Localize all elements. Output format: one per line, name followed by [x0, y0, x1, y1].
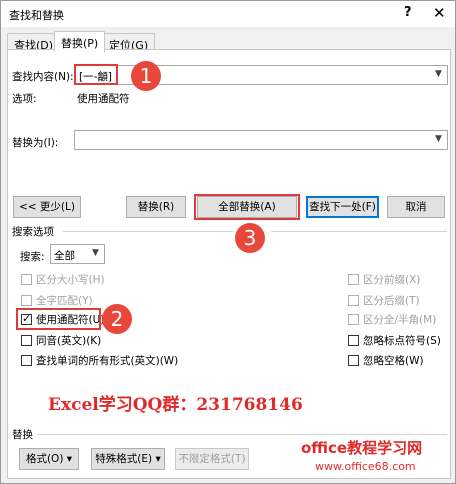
wildcards-highlight	[16, 308, 101, 330]
chevron-down-icon[interactable]: ▼	[435, 134, 445, 144]
chevron-down-icon[interactable]: ▼	[435, 69, 445, 79]
match-suffix-checkbox[interactable]	[348, 295, 359, 306]
find-value-highlight	[74, 64, 118, 85]
cancel-button[interactable]: 取消	[387, 196, 445, 218]
site-url-text: www.office68.com	[315, 460, 416, 473]
step-badge-2: 2	[102, 304, 132, 334]
ignore-whitespace-label: 忽略空格(W)	[363, 355, 424, 367]
step-badge-3: 3	[235, 223, 265, 253]
all-word-forms-checkbox[interactable]	[21, 355, 32, 366]
options-label: 选项:	[12, 93, 37, 105]
match-width-label: 区分全/半角(M)	[363, 314, 437, 326]
match-case-label: 区分大小写(H)	[36, 274, 105, 286]
format-button[interactable]: 格式(O) ▾	[19, 448, 79, 470]
replace-with-input[interactable]: ▼	[74, 130, 448, 150]
replace-section-header: 替换	[12, 429, 33, 441]
replace-all-highlight	[194, 194, 300, 220]
chevron-down-icon[interactable]: ▼	[92, 248, 102, 258]
match-case-checkbox[interactable]	[21, 274, 32, 285]
special-button[interactable]: 特殊格式(E) ▾	[91, 448, 165, 470]
promo-text: Excel学习QQ群：231768146	[48, 395, 303, 415]
whole-word-checkbox[interactable]	[21, 295, 32, 306]
no-formatting-button[interactable]: 不限定格式(T)	[175, 448, 249, 470]
search-direction-label: 搜索:	[20, 251, 45, 263]
match-suffix-label: 区分后缀(T)	[363, 295, 420, 307]
ignore-punctuation-label: 忽略标点符号(S)	[363, 335, 441, 347]
match-prefix-checkbox[interactable]	[348, 274, 359, 285]
replace-button[interactable]: 替换(R)	[126, 196, 186, 218]
tab-replace[interactable]: 替换(P)	[54, 31, 106, 52]
divider	[271, 231, 447, 232]
sounds-like-label: 同音(英文)(K)	[36, 335, 102, 347]
title-bar: 查找和替换 ? ✕	[1, 1, 455, 27]
search-direction-select[interactable]: 全部 ▼	[50, 244, 105, 264]
divider	[37, 434, 447, 435]
options-value: 使用通配符	[77, 93, 130, 105]
whole-word-label: 全字匹配(Y)	[36, 295, 93, 307]
search-options-header: 搜索选项	[12, 226, 54, 238]
find-what-label: 查找内容(N):	[12, 71, 74, 83]
help-icon[interactable]: ?	[404, 5, 412, 20]
all-word-forms-label: 查找单词的所有形式(英文)(W)	[36, 355, 179, 367]
close-icon[interactable]: ✕	[433, 4, 446, 22]
match-width-checkbox[interactable]	[348, 314, 359, 325]
search-direction-value: 全部	[54, 250, 75, 262]
find-replace-dialog: 查找和替换 ? ✕ 查找(D) 替换(P) 定位(G) 查找内容(N): [一-…	[0, 0, 456, 484]
window-title: 查找和替换	[9, 9, 64, 22]
find-next-button[interactable]: 查找下一处(F)	[306, 196, 379, 218]
replace-with-label: 替换为(I):	[12, 137, 59, 149]
ignore-punctuation-checkbox[interactable]	[348, 335, 359, 346]
sounds-like-checkbox[interactable]	[21, 335, 32, 346]
divider	[63, 231, 233, 232]
brand-text: office教程学习网	[301, 439, 423, 457]
match-prefix-label: 区分前缀(X)	[363, 274, 421, 286]
ignore-whitespace-checkbox[interactable]	[348, 355, 359, 366]
less-button[interactable]: << 更少(L)	[13, 196, 81, 218]
step-badge-1: 1	[131, 61, 161, 91]
